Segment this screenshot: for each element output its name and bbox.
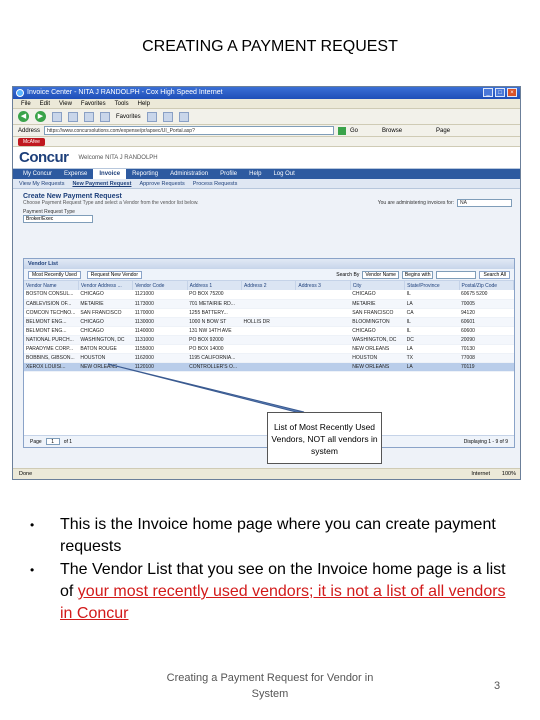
callout-arrow-shape bbox=[107, 363, 305, 413]
callout-box: List of Most Recently Used Vendors, NOT … bbox=[267, 412, 382, 464]
bullet-item-2: • The Vendor List that you see on the In… bbox=[30, 559, 520, 625]
bullet-dot-icon: • bbox=[30, 518, 35, 532]
bullet-text-1: This is the Invoice home page where you … bbox=[60, 516, 496, 555]
page-number: 3 bbox=[494, 680, 501, 692]
slide-footer: Creating a Payment Request for Vendor in… bbox=[166, 672, 374, 700]
bullet-dot-icon: • bbox=[30, 563, 35, 577]
bullet-list: • This is the Invoice home page where yo… bbox=[30, 514, 520, 626]
bullet-emphasis-2: your most recently used vendors; it is n… bbox=[60, 583, 506, 622]
bullet-item-1: • This is the Invoice home page where yo… bbox=[30, 514, 520, 558]
